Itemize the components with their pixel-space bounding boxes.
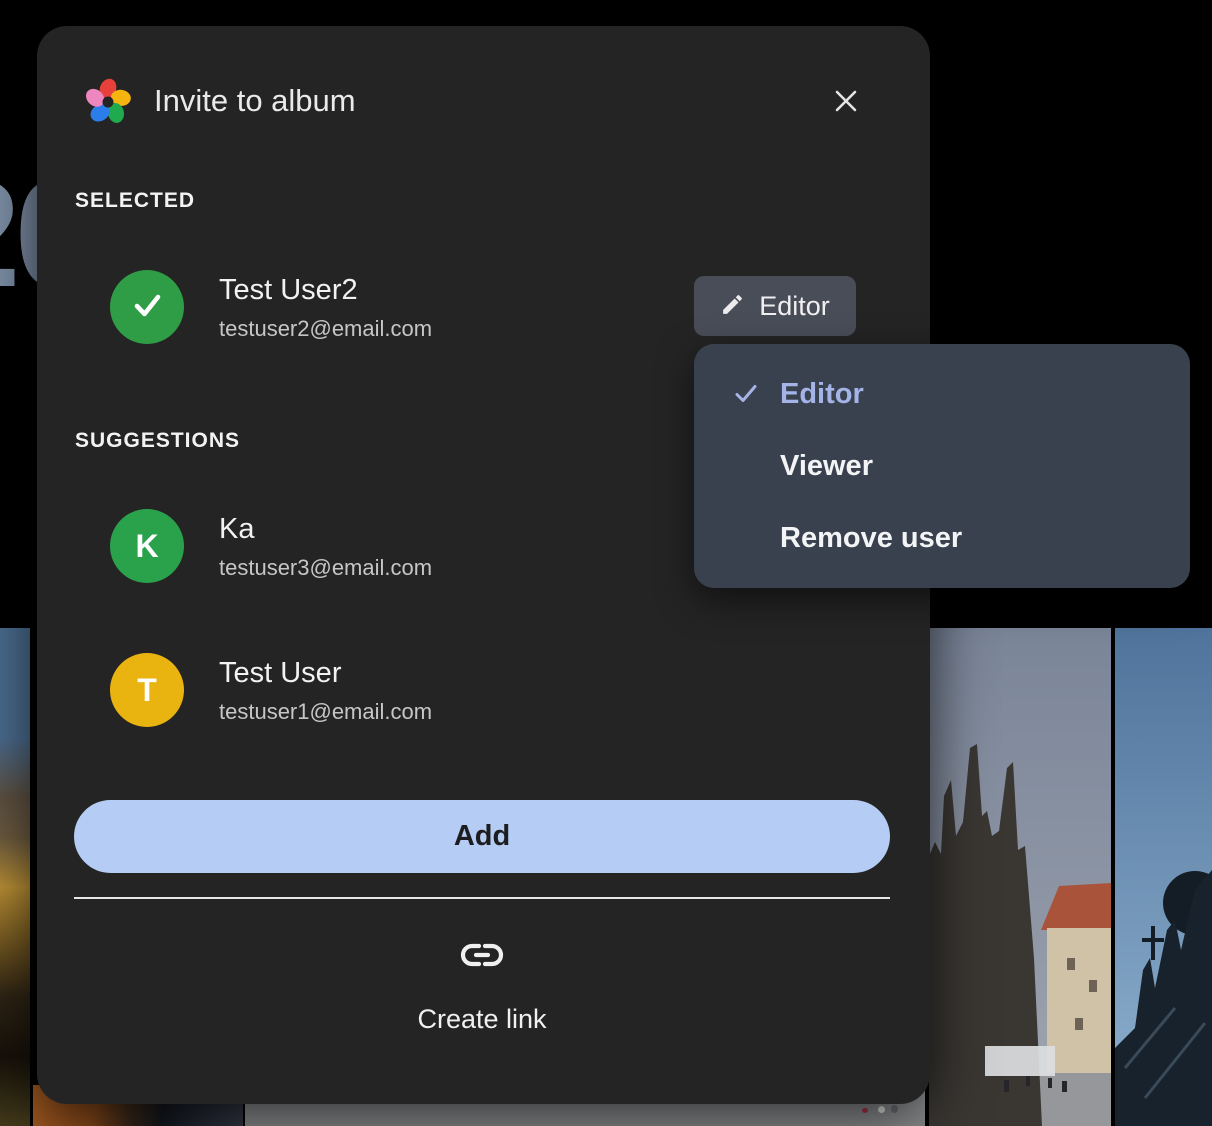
role-menu: Editor Viewer Remove user: [694, 344, 1190, 588]
link-icon: [459, 939, 505, 974]
checkmark-icon: [733, 381, 759, 407]
suggestion-name: Test User: [219, 656, 432, 690]
photo-detail-dot: [878, 1106, 885, 1113]
role-menu-item-remove-user[interactable]: Remove user: [694, 502, 1190, 574]
screen: 20: [0, 0, 1212, 1126]
close-button[interactable]: [824, 82, 868, 122]
close-icon: [832, 87, 860, 118]
suggestion-row[interactable]: K Ka testuser3@email.com: [110, 509, 432, 583]
menu-item-spacer: [733, 525, 759, 551]
suggestion-email: testuser3@email.com: [219, 554, 432, 581]
photo-evening-city: [0, 628, 30, 1126]
create-link-button[interactable]: Create link: [332, 929, 632, 1069]
role-menu-item-label: Editor: [780, 378, 864, 411]
selected-user-row: Test User2 testuser2@email.com: [110, 270, 432, 344]
menu-item-spacer: [733, 453, 759, 479]
dialog-title: Invite to album: [154, 83, 356, 119]
role-selector-label: Editor: [759, 291, 830, 322]
suggestion-avatar: T: [110, 653, 184, 727]
suggestion-row[interactable]: T Test User testuser1@email.com: [110, 653, 432, 727]
selected-user-name: Test User2: [219, 273, 432, 307]
selected-section-label: SELECTED: [75, 189, 195, 213]
selected-user-email: testuser2@email.com: [219, 315, 432, 342]
avatar-letter: K: [135, 528, 158, 565]
check-icon: [128, 286, 166, 329]
suggestion-name: Ka: [219, 512, 432, 546]
photo-iron-gate: [1115, 628, 1212, 1126]
role-menu-item-viewer[interactable]: Viewer: [694, 430, 1190, 502]
role-menu-item-editor[interactable]: Editor: [694, 358, 1190, 430]
role-selector-button[interactable]: Editor: [694, 276, 856, 336]
ente-flower-icon: [82, 76, 134, 128]
pencil-icon: [720, 292, 745, 320]
selected-user-avatar: [110, 270, 184, 344]
suggestions-section-label: SUGGESTIONS: [75, 429, 240, 453]
avatar-letter: T: [137, 672, 157, 709]
photo-detail-dot: [891, 1105, 898, 1113]
photo-church-square: [929, 628, 1111, 1126]
divider: [74, 897, 890, 899]
photo-detail-dot: [862, 1108, 868, 1113]
role-menu-item-label: Viewer: [780, 450, 873, 483]
role-menu-item-label: Remove user: [780, 522, 962, 555]
create-link-label: Create link: [417, 1004, 546, 1035]
suggestion-avatar: K: [110, 509, 184, 583]
suggestion-email: testuser1@email.com: [219, 698, 432, 725]
add-button[interactable]: Add: [74, 800, 890, 873]
